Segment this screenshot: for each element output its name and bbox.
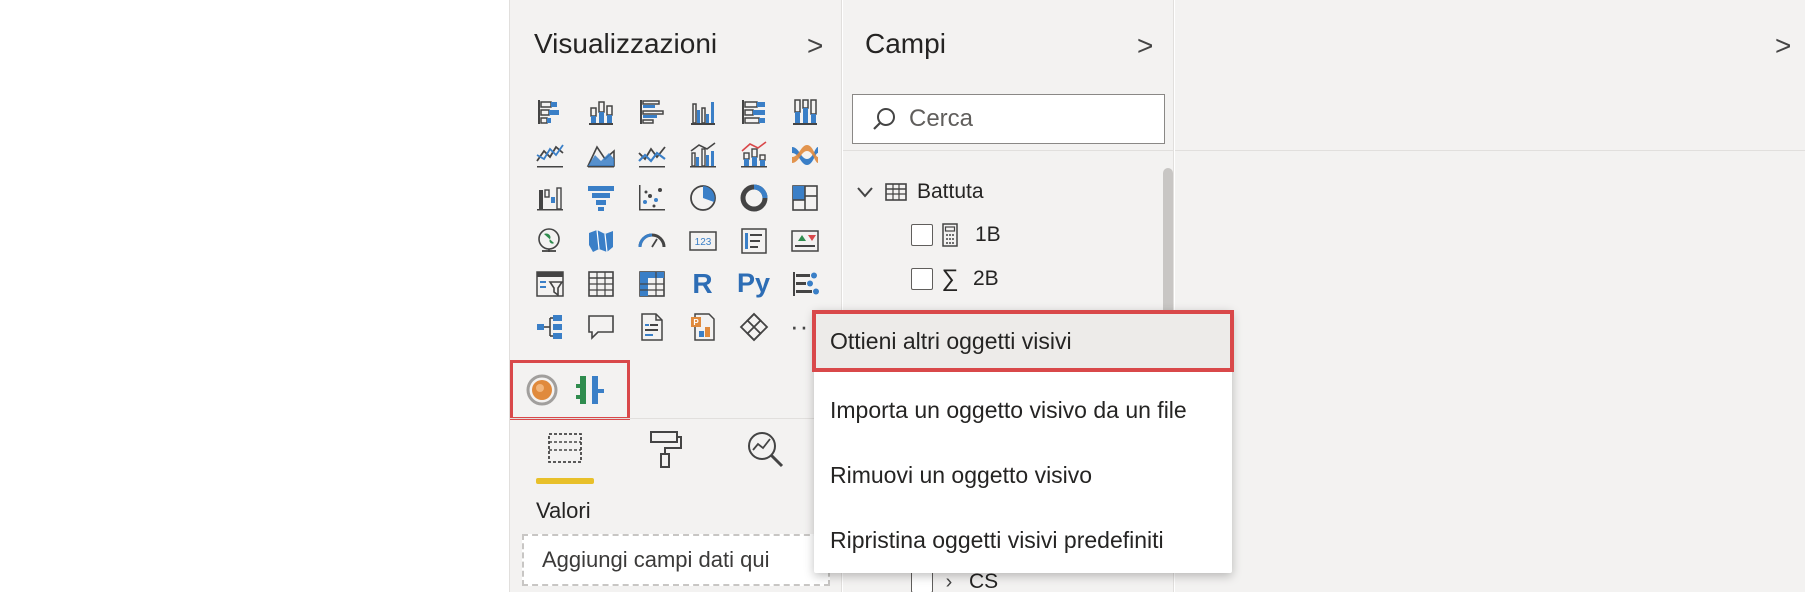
analytics-icon[interactable] bbox=[734, 428, 796, 484]
filled-map-icon[interactable] bbox=[575, 219, 626, 262]
kpi-icon[interactable] bbox=[779, 219, 830, 262]
visualizations-pane: Visualizzazioni > 123 R Py P ··· Valori … bbox=[509, 0, 842, 592]
visualizations-title: Visualizzazioni bbox=[534, 28, 718, 59]
slicer-icon[interactable] bbox=[524, 262, 575, 305]
fields-tab-icon[interactable] bbox=[534, 428, 596, 484]
key-influencers-icon[interactable] bbox=[779, 262, 830, 305]
field-name: 1B bbox=[975, 223, 1001, 246]
remove-visual-menu-item[interactable]: Rimuovi un oggetto visivo bbox=[814, 444, 1232, 506]
fields-scrollbar[interactable] bbox=[1163, 168, 1173, 316]
visual-gallery: 123 R Py P ··· bbox=[524, 90, 830, 348]
fields-divider bbox=[843, 150, 1173, 151]
table-icon[interactable] bbox=[575, 262, 626, 305]
line-chart-icon[interactable] bbox=[524, 133, 575, 176]
card-icon[interactable]: 123 bbox=[677, 219, 728, 262]
search-input[interactable] bbox=[909, 105, 1149, 133]
import-visual-from-file-menu-item[interactable]: Importa un oggetto visivo da un file bbox=[814, 379, 1232, 441]
paginated-report-icon[interactable]: P bbox=[677, 305, 728, 348]
field-name: 2B bbox=[973, 267, 999, 290]
chevron-down-icon[interactable] bbox=[853, 182, 877, 202]
custom-visuals-group bbox=[510, 360, 630, 420]
restore-default-visuals-menu-item[interactable]: Ripristina oggetti visivi predefiniti bbox=[814, 509, 1232, 571]
svg-text:P: P bbox=[693, 318, 699, 327]
filters-divider bbox=[1175, 150, 1805, 151]
field-checkbox[interactable] bbox=[911, 571, 933, 592]
scatter-icon[interactable] bbox=[626, 176, 677, 219]
field-row-2b[interactable]: ∑ 2B bbox=[911, 265, 999, 293]
python-visual-icon[interactable]: Py bbox=[728, 262, 779, 305]
multirow-card-icon[interactable] bbox=[728, 219, 779, 262]
collapse-visualizations-chevron-icon[interactable]: > bbox=[807, 30, 823, 62]
smart-narrative-icon[interactable] bbox=[626, 305, 677, 348]
area-chart-icon[interactable] bbox=[575, 133, 626, 176]
clustered-column-icon[interactable] bbox=[677, 90, 728, 133]
search-icon bbox=[871, 106, 897, 132]
fields-search-box[interactable] bbox=[852, 94, 1165, 144]
stacked-area-icon[interactable] bbox=[626, 133, 677, 176]
waterfall-icon[interactable] bbox=[524, 176, 575, 219]
add-data-fields-drop-zone[interactable]: Aggiungi campi dati qui bbox=[522, 534, 830, 586]
map-icon[interactable] bbox=[524, 219, 575, 262]
report-editor: Visualizzazioni > 123 R Py P ··· Valori … bbox=[0, 0, 1805, 592]
custom-visual-circle-icon[interactable] bbox=[525, 373, 559, 407]
clustered-bar-icon[interactable] bbox=[626, 90, 677, 133]
table-row-battuta[interactable]: Battuta bbox=[853, 179, 984, 205]
stacked-column-icon[interactable] bbox=[575, 90, 626, 133]
table-icon bbox=[883, 179, 909, 205]
field-checkbox[interactable] bbox=[911, 268, 933, 290]
collapse-fields-chevron-icon[interactable]: > bbox=[1137, 30, 1153, 62]
svg-text:123: 123 bbox=[694, 237, 711, 248]
field-name: CS bbox=[969, 570, 999, 592]
stacked-bar-icon[interactable] bbox=[524, 90, 575, 133]
100-stacked-bar-icon[interactable] bbox=[728, 90, 779, 133]
gauge-icon[interactable] bbox=[626, 219, 677, 262]
ribbon-chart-icon[interactable] bbox=[779, 133, 830, 176]
decomposition-tree-icon[interactable] bbox=[524, 305, 575, 348]
pie-chart-icon[interactable] bbox=[677, 176, 728, 219]
100-stacked-column-icon[interactable] bbox=[779, 90, 830, 133]
get-more-visuals-menu-item[interactable]: Ottieni altri oggetti visivi bbox=[812, 310, 1234, 372]
matrix-icon[interactable] bbox=[626, 262, 677, 305]
r-visual-label: R bbox=[692, 267, 713, 299]
python-visual-label: Py bbox=[736, 268, 771, 298]
collapse-filters-chevron-icon[interactable]: > bbox=[1775, 30, 1791, 62]
r-visual-icon[interactable]: R bbox=[677, 262, 728, 305]
table-name: Battuta bbox=[917, 180, 984, 203]
line-clustered-column-icon[interactable] bbox=[677, 133, 728, 176]
fields-title: Campi bbox=[865, 28, 946, 59]
values-label: Valori bbox=[536, 498, 591, 523]
funnel-icon[interactable] bbox=[575, 176, 626, 219]
qa-icon[interactable] bbox=[575, 305, 626, 348]
field-row-cs[interactable]: › CS bbox=[911, 570, 998, 592]
sigma-icon: ∑ bbox=[941, 265, 959, 292]
visualizations-sub-tabs bbox=[534, 428, 796, 484]
treemap-icon[interactable] bbox=[779, 176, 830, 219]
power-apps-icon[interactable] bbox=[728, 305, 779, 348]
donut-chart-icon[interactable] bbox=[728, 176, 779, 219]
line-stacked-column-icon[interactable] bbox=[728, 133, 779, 176]
filters-pane: > bbox=[1175, 0, 1805, 592]
field-checkbox[interactable] bbox=[911, 224, 933, 246]
custom-visuals-context-menu: Ottieni altri oggetti visivi Importa un … bbox=[812, 310, 1234, 573]
field-row-1b[interactable]: 1B bbox=[911, 222, 1001, 248]
calculator-icon bbox=[937, 222, 963, 248]
format-paint-icon[interactable] bbox=[634, 428, 696, 484]
custom-visual-bars-icon[interactable] bbox=[573, 373, 607, 407]
chevron-right-icon[interactable]: › bbox=[937, 571, 961, 592]
visualizations-divider bbox=[510, 418, 841, 419]
